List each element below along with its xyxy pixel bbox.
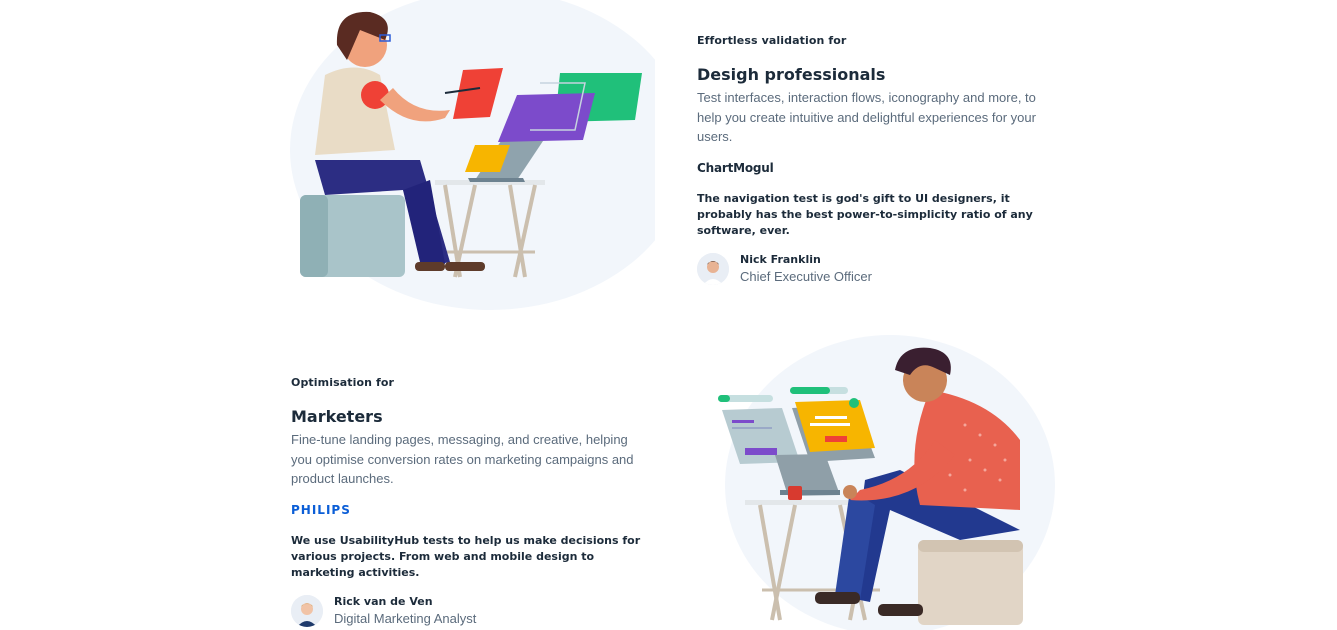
designers-section: Effortless validation for Desigh profess… xyxy=(697,34,1057,285)
person-avatar-icon xyxy=(697,252,729,285)
person-name: Rick van de Ven xyxy=(334,595,433,608)
section-heading: Marketers xyxy=(291,407,383,426)
section-eyebrow: Optimisation for xyxy=(291,376,395,389)
philips-logo: PHILIPS xyxy=(291,502,351,517)
section-description: Test interfaces, interaction flows, icon… xyxy=(697,90,1036,144)
testimonial-quote: We use UsabilityHub tests to help us mak… xyxy=(291,533,641,579)
testimonial-person: Nick Franklin Chief Executive Officer xyxy=(697,252,1057,285)
avatar xyxy=(697,252,729,285)
person-role: Digital Marketing Analyst xyxy=(334,611,477,626)
person-role: Chief Executive Officer xyxy=(740,269,872,284)
marketer-illustration xyxy=(718,335,1055,630)
marketers-section: Optimisation for Marketers Fine-tune lan… xyxy=(291,376,651,627)
testimonial-person: Rick van de Ven Digital Marketing Analys… xyxy=(291,594,651,627)
section-heading: Desigh professionals xyxy=(697,65,886,84)
designer-illustration xyxy=(290,0,655,310)
person-avatar-icon xyxy=(291,594,323,627)
person-name: Nick Franklin xyxy=(740,253,821,266)
chartmogul-logo: ChartMogul xyxy=(697,160,774,175)
testimonial-quote: The navigation test is god's gift to UI … xyxy=(697,191,1033,237)
avatar xyxy=(291,594,323,627)
section-eyebrow: Effortless validation for xyxy=(697,34,847,47)
section-description: Fine-tune landing pages, messaging, and … xyxy=(291,432,634,486)
